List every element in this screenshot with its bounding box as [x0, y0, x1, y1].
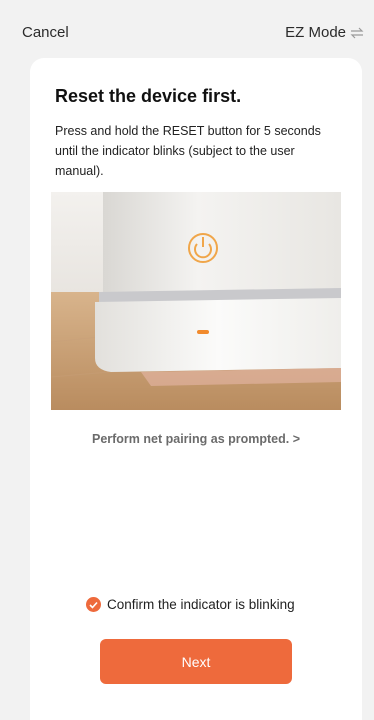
page-title: Reset the device first.	[55, 86, 242, 106]
check-icon	[86, 597, 101, 612]
mode-switch-button[interactable]: EZ Mode	[285, 24, 364, 41]
device-illustration	[51, 192, 341, 410]
instruction-text: Press and hold the RESET button for 5 se…	[55, 124, 321, 178]
swap-arrows-icon	[350, 27, 364, 38]
device-image	[51, 192, 341, 410]
confirm-label: Confirm the indicator is blinking	[107, 597, 295, 612]
cancel-button[interactable]: Cancel	[22, 24, 69, 41]
pairing-help-link[interactable]: Perform net pairing as prompted. >	[30, 432, 362, 446]
confirm-checkbox[interactable]: Confirm the indicator is blinking	[86, 597, 295, 612]
instruction-card: Reset the device first. Press and hold t…	[30, 58, 362, 720]
next-button[interactable]: Next	[100, 639, 292, 684]
mode-label: EZ Mode	[285, 24, 346, 41]
top-bar: Cancel EZ Mode	[0, 0, 374, 66]
